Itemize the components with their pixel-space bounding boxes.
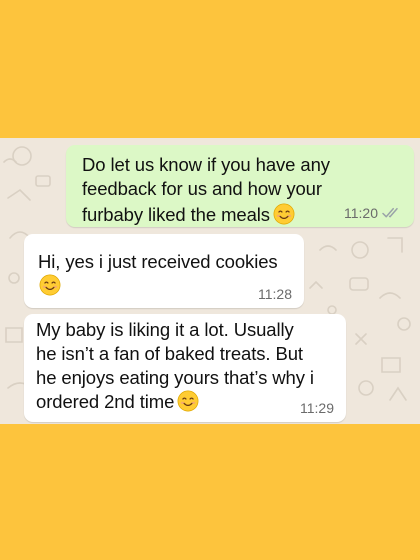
outgoing-message-meta: 11:20 [344,205,402,221]
incoming-message-2-line-1: My baby is liking it a lot. Usually [36,319,294,340]
chat-panel: Do let us know if you have any feedback … [0,138,420,424]
incoming-message-1-line: Hi, yes i just received cookies [38,251,278,272]
smiling-face-icon [39,274,61,296]
incoming-message-2-text: My baby is liking it a lot. Usually he i… [36,318,336,414]
smiling-face-icon [273,203,295,225]
incoming-message-1-meta: 11:28 [258,286,292,302]
outgoing-message-bubble[interactable]: Do let us know if you have any feedback … [66,145,414,227]
outgoing-message-line-2: feedback for us and how your [82,178,322,199]
incoming-message-2-meta: 11:29 [300,400,334,416]
double-check-icon [382,207,398,218]
outgoing-message-line-1: Do let us know if you have any [82,154,330,175]
outgoing-message-line-3-text: furbaby liked the meals [82,204,270,225]
incoming-message-bubble-1[interactable]: Hi, yes i just received cookies 11:28 [24,234,304,308]
incoming-message-bubble-2[interactable]: My baby is liking it a lot. Usually he i… [24,314,346,422]
outgoing-message-time: 11:20 [344,205,378,221]
incoming-message-2-line-2: he isn’t a fan of baked treats. But [36,343,303,364]
smiling-face-icon [177,390,199,412]
incoming-message-2-line-3: he enjoys eating yours that’s why i [36,367,314,388]
incoming-message-2-line-4-text: ordered 2nd time [36,391,175,412]
incoming-message-2-time: 11:29 [300,400,334,416]
incoming-message-2-line-4: ordered 2nd time [36,390,199,412]
incoming-message-1-time: 11:28 [258,286,292,302]
incoming-message-1-text: Hi, yes i just received cookies [38,250,294,298]
